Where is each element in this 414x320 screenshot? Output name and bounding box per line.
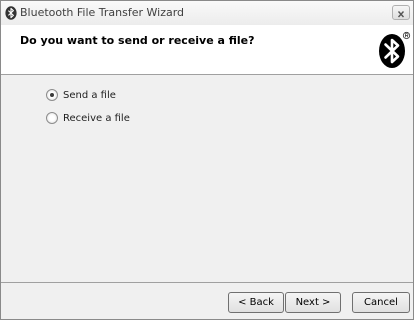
send-file-option[interactable]: Send a file	[46, 88, 116, 102]
transfer-options: Send a file Receive a file	[1, 75, 413, 282]
bluetooth-icon	[5, 6, 17, 20]
close-button[interactable]	[392, 5, 410, 20]
back-button[interactable]: < Back	[228, 292, 284, 313]
cancel-button[interactable]: Cancel	[352, 292, 410, 313]
window-title: Bluetooth File Transfer Wizard	[20, 6, 185, 19]
footer-divider	[1, 282, 413, 283]
next-button[interactable]: Next >	[285, 292, 341, 313]
receive-file-option[interactable]: Receive a file	[46, 111, 130, 125]
title-bar[interactable]: Bluetooth File Transfer Wizard	[1, 1, 413, 25]
receive-file-radio[interactable]	[46, 112, 58, 124]
receive-file-label: Receive a file	[63, 112, 130, 124]
page-title: Do you want to send or receive a file?	[20, 34, 255, 47]
close-icon	[397, 11, 405, 18]
send-file-label: Send a file	[63, 89, 116, 101]
wizard-header: Do you want to send or receive a file?	[1, 25, 413, 75]
bluetooth-logo-icon	[379, 31, 411, 68]
send-file-radio[interactable]	[46, 89, 58, 101]
wizard-window: Bluetooth File Transfer Wizard Do you wa…	[0, 0, 414, 320]
